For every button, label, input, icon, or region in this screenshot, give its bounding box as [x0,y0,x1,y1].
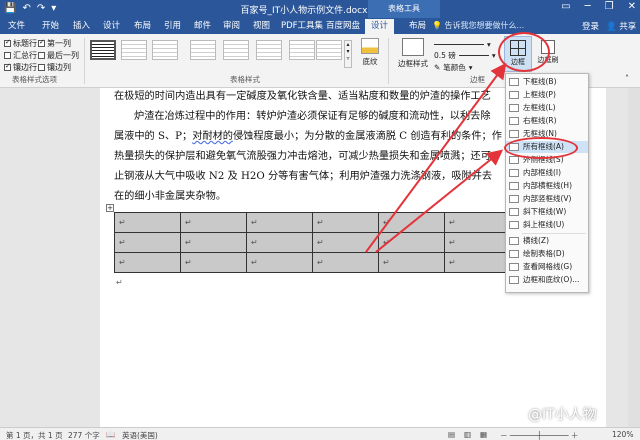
read-mode-icon[interactable]: ▤ [448,430,455,439]
word-count: 277 个字 [68,431,100,440]
zoom-level: 120% [612,430,634,439]
status-bar: 第 1 页，共 1 页 277 个字 📖 英语(美国) ▤ ▥ ▦ － ────… [0,427,640,440]
web-layout-icon[interactable]: ▦ [480,430,487,439]
proofing-icon[interactable]: 📖 [106,430,115,439]
zoom-slider[interactable]: － ──────┼────── ＋ [500,430,578,440]
annotation-arrow [375,149,504,253]
language: 英语(美国) [122,431,158,440]
annotation-arrows [365,62,507,253]
annotation-arrow [365,62,507,253]
page-count: 第 1 页，共 1 页 [6,431,63,440]
watermark: @IT小人物 [528,407,597,423]
print-layout-icon[interactable]: ▥ [464,430,471,439]
